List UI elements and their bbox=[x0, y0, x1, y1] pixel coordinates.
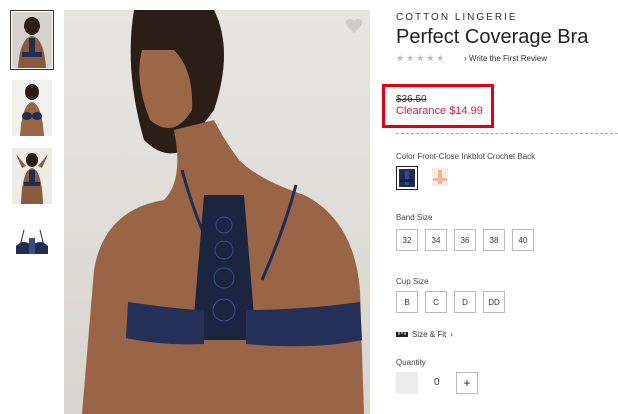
chevron-right-icon: › bbox=[464, 54, 467, 63]
swatch-nude-image bbox=[432, 168, 448, 186]
thumbnail-back-pose-image bbox=[12, 148, 52, 204]
thumbnail-back-pose-view[interactable] bbox=[10, 146, 54, 206]
size-fit-link[interactable]: Size & Fit › bbox=[396, 330, 453, 339]
color-label: Color Front-Close Inkblot Crochet Back bbox=[396, 152, 536, 161]
cup-size-c[interactable]: C bbox=[425, 291, 447, 313]
thumbnail-product-view[interactable] bbox=[10, 214, 54, 274]
quantity-label: Quantity bbox=[396, 358, 426, 367]
quantity-increase-button[interactable]: + bbox=[456, 372, 478, 394]
quantity-value: 0 bbox=[434, 377, 440, 388]
thumbnail-back-view[interactable] bbox=[10, 10, 54, 70]
product-collection: COTTON LINGERIE bbox=[396, 12, 518, 23]
band-size-38[interactable]: 38 bbox=[483, 229, 505, 251]
original-price: $36.50 bbox=[396, 94, 427, 105]
rating-stars: ★★★★★ bbox=[396, 53, 447, 63]
thumbnail-product-image bbox=[12, 216, 52, 272]
thumbnail-back-image bbox=[12, 12, 52, 68]
cup-size-b[interactable]: B bbox=[396, 291, 418, 313]
band-size-40[interactable]: 40 bbox=[512, 229, 534, 251]
band-size-options: 32 34 36 38 40 bbox=[396, 229, 534, 251]
cup-size-dd[interactable]: DD bbox=[483, 291, 505, 313]
price-divider bbox=[396, 133, 618, 134]
write-review-link[interactable]: › Write the First Review bbox=[464, 54, 547, 63]
band-size-label: Band Size bbox=[396, 213, 433, 222]
cup-size-label: Cup Size bbox=[396, 277, 429, 286]
model-back-photo bbox=[82, 10, 364, 414]
band-size-32[interactable]: 32 bbox=[396, 229, 418, 251]
chevron-right-icon: › bbox=[450, 330, 453, 339]
swatch-navy-image bbox=[399, 169, 415, 187]
cup-size-d[interactable]: D bbox=[454, 291, 476, 313]
size-fit-label: Size & Fit bbox=[412, 330, 447, 339]
sale-price: Clearance $14.99 bbox=[396, 105, 483, 117]
product-title: Perfect Coverage Bra bbox=[396, 26, 589, 48]
quantity-decrease-button[interactable] bbox=[396, 372, 418, 394]
band-size-36[interactable]: 36 bbox=[454, 229, 476, 251]
cup-size-options: B C D DD bbox=[396, 291, 505, 313]
thumbnail-front-view[interactable] bbox=[10, 78, 54, 138]
write-review-label: Write the First Review bbox=[468, 54, 547, 63]
thumbnail-list bbox=[10, 10, 60, 282]
swatch-nude[interactable] bbox=[430, 166, 452, 190]
product-main-image bbox=[64, 10, 370, 414]
band-size-34[interactable]: 34 bbox=[425, 229, 447, 251]
thumbnail-front-image bbox=[12, 80, 52, 136]
swatch-navy[interactable] bbox=[396, 166, 418, 190]
favorite-heart-icon[interactable] bbox=[344, 16, 364, 36]
ruler-icon bbox=[396, 332, 408, 337]
